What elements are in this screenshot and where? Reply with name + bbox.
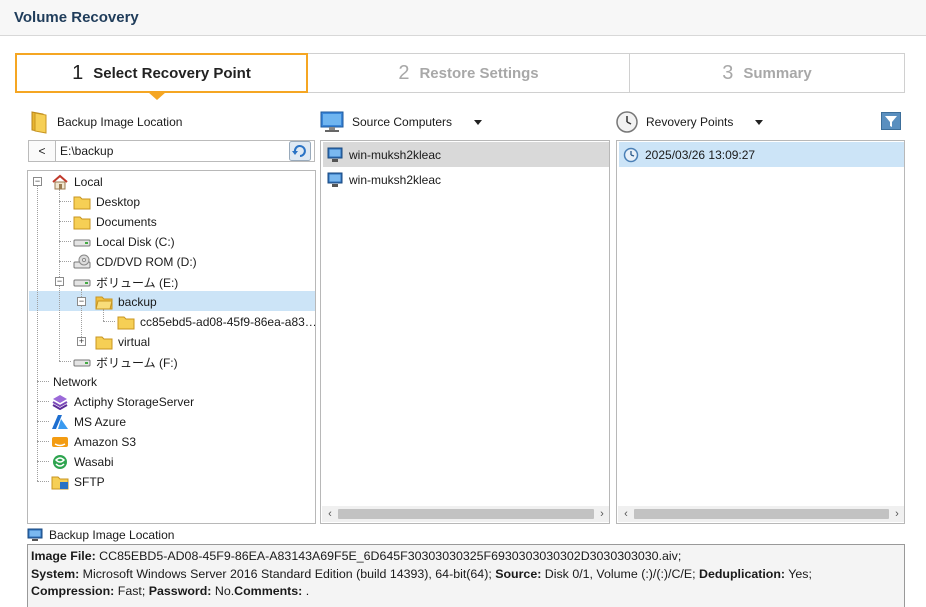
- system-line: System: Microsoft Windows Server 2016 St…: [31, 566, 812, 581]
- step-label: Select Recovery Point: [93, 64, 251, 82]
- horizontal-scrollbar[interactable]: ‹ ›: [618, 506, 904, 522]
- scroll-left-icon[interactable]: ‹: [322, 506, 338, 522]
- tree-item-documents[interactable]: Documents: [73, 212, 157, 232]
- path-bar: < E:\backup: [28, 140, 315, 162]
- tree-item-actiphy[interactable]: Actiphy StorageServer: [51, 392, 194, 412]
- tree-item-backup[interactable]: backup: [95, 292, 157, 312]
- drive-icon: [73, 239, 91, 247]
- compression-line: Compression: Fast; Password: No.Comments…: [31, 584, 310, 598]
- tree-selection-highlight: [29, 291, 315, 311]
- tree-item-volume-e[interactable]: ボリューム (E:): [73, 272, 178, 292]
- tree-item-azure[interactable]: MS Azure: [51, 412, 126, 432]
- step-summary[interactable]: 3 Summary: [629, 53, 905, 93]
- step-number: 3: [722, 61, 734, 84]
- drive-icon: [73, 279, 91, 287]
- recovery-point-icon: [623, 147, 639, 162]
- active-step-caret: [148, 92, 166, 100]
- scroll-left-icon[interactable]: ‹: [618, 506, 634, 522]
- source-computers-header[interactable]: Source Computers: [320, 108, 483, 136]
- horizontal-scrollbar[interactable]: ‹ ›: [322, 506, 609, 522]
- folder-icon: [73, 216, 91, 230]
- collapse-icon[interactable]: −: [55, 277, 64, 286]
- tree-item-volume-f[interactable]: ボリューム (F:): [73, 352, 178, 372]
- location-tree[interactable]: − − − + Local Desktop Documents Local Di…: [27, 170, 316, 524]
- collapse-icon[interactable]: −: [33, 177, 42, 186]
- image-file-line: Image File: CC85EBD5-AD08-45F9-86EA-A831…: [31, 549, 682, 563]
- source-computers-title: Source Computers: [352, 115, 453, 129]
- list-item[interactable]: win-muksh2kleac: [323, 167, 609, 192]
- tree-item-local-disk-c[interactable]: Local Disk (C:): [73, 232, 175, 252]
- computer-icon: [320, 111, 344, 132]
- folder-icon: [117, 316, 135, 330]
- path-combobox[interactable]: E:\backup: [56, 140, 315, 162]
- info-section-label: Backup Image Location: [27, 527, 174, 543]
- sftp-folder-icon: [51, 476, 69, 490]
- storage-server-icon: [52, 395, 68, 410]
- folder-icon: [73, 196, 91, 210]
- title-bar: Volume Recovery: [0, 0, 926, 36]
- folder-icon: [95, 336, 113, 350]
- tree-item-local[interactable]: Local: [51, 172, 103, 192]
- recovery-points-title: Revovery Points: [646, 115, 734, 129]
- backup-location-header: Backup Image Location: [29, 108, 182, 136]
- tree-item-wasabi[interactable]: Wasabi: [51, 452, 114, 472]
- scroll-right-icon[interactable]: ›: [889, 506, 904, 522]
- step-number: 2: [398, 61, 410, 84]
- amazon-icon: [52, 437, 68, 447]
- path-value: E:\backup: [60, 144, 114, 158]
- list-item[interactable]: win-muksh2kleac: [323, 142, 609, 167]
- filter-icon[interactable]: [881, 112, 901, 130]
- step-number: 1: [72, 61, 84, 84]
- computer-icon: [327, 172, 343, 187]
- open-folder-icon: [95, 296, 113, 310]
- tree-item-network[interactable]: Network: [53, 372, 97, 392]
- chevron-down-icon[interactable]: [474, 119, 483, 125]
- scrollbar-thumb[interactable]: [634, 509, 889, 519]
- image-details-box: Image File: CC85EBD5-AD08-45F9-86EA-A831…: [27, 544, 905, 607]
- step-label: Restore Settings: [419, 64, 539, 82]
- back-button[interactable]: <: [28, 140, 56, 162]
- tree-item-backup-guid[interactable]: cc85ebd5-ad08-45f9-86ea-a83…: [117, 312, 315, 332]
- folder-icon: [31, 111, 47, 134]
- collapse-icon[interactable]: −: [77, 297, 86, 306]
- chevron-down-icon[interactable]: [755, 119, 764, 125]
- clock-icon: [616, 111, 638, 133]
- computer-icon: [27, 528, 43, 541]
- drive-icon: [73, 359, 91, 367]
- recovery-points-list[interactable]: 2025/03/26 13:09:27 ‹ ›: [616, 140, 905, 524]
- azure-icon: [52, 415, 68, 429]
- source-computers-list[interactable]: win-muksh2kleac win-muksh2kleac ‹ ›: [320, 140, 610, 524]
- backup-location-title: Backup Image Location: [57, 115, 183, 129]
- tree-item-cd-dvd-d[interactable]: CD/DVD ROM (D:): [73, 252, 197, 272]
- wasabi-icon: [53, 455, 67, 469]
- tree-item-desktop[interactable]: Desktop: [73, 192, 140, 212]
- tree-item-virtual[interactable]: virtual: [95, 332, 150, 352]
- cd-drive-icon: [73, 254, 91, 269]
- tree-item-sftp[interactable]: SFTP: [51, 472, 105, 492]
- scrollbar-thumb[interactable]: [338, 509, 594, 519]
- step-label: Summary: [743, 64, 812, 82]
- home-icon: [52, 174, 68, 190]
- scroll-right-icon[interactable]: ›: [594, 506, 609, 522]
- tree-item-amazon-s3[interactable]: Amazon S3: [51, 432, 136, 452]
- recovery-points-header[interactable]: Revovery Points: [616, 108, 764, 136]
- window-title: Volume Recovery: [14, 9, 139, 26]
- step-select-recovery-point[interactable]: 1 Select Recovery Point: [15, 53, 308, 93]
- refresh-icon[interactable]: [289, 141, 311, 161]
- list-item[interactable]: 2025/03/26 13:09:27: [619, 142, 904, 167]
- expand-icon[interactable]: +: [77, 337, 86, 346]
- computer-icon: [327, 147, 343, 162]
- wizard-steps: 1 Select Recovery Point 2 Restore Settin…: [15, 53, 905, 93]
- step-restore-settings[interactable]: 2 Restore Settings: [307, 53, 630, 93]
